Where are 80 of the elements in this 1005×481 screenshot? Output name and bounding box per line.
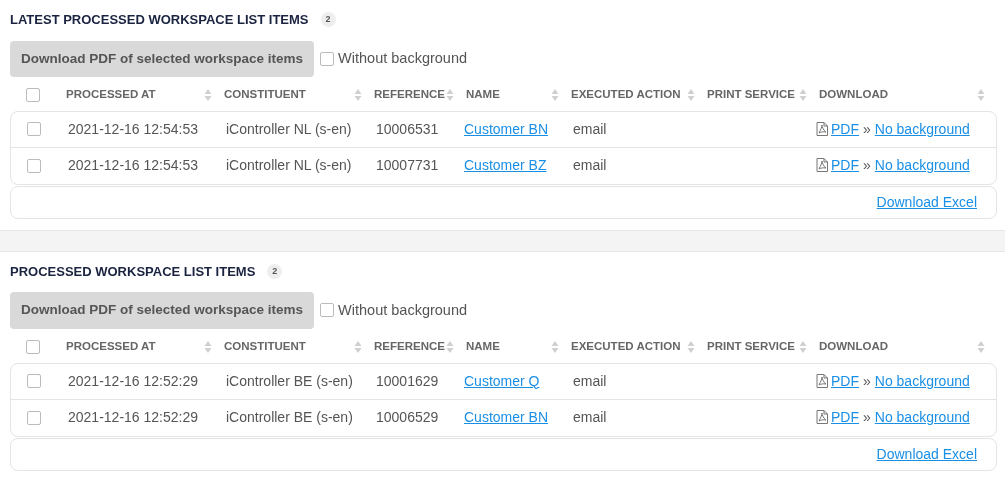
table-cell-text: 2021-12-16 12:54:53: [67, 119, 199, 139]
sort-icon[interactable]: [354, 339, 362, 354]
sort-icon[interactable]: [977, 87, 985, 102]
pdf-file-icon: [816, 121, 828, 136]
column-header: NAME: [466, 87, 500, 103]
section-title: PROCESSED WORKSPACE LIST ITEMS: [10, 262, 256, 281]
customer-link[interactable]: Customer Q: [464, 372, 540, 389]
table-cell-text: email: [572, 371, 608, 391]
checkbox[interactable]: [27, 374, 41, 388]
pdf-link[interactable]: PDF: [831, 120, 859, 137]
column-header: REFERENCE: [374, 338, 445, 354]
table-cell-text: iController BE (s-en): [225, 408, 354, 427]
no-background-link[interactable]: No background: [874, 372, 970, 389]
table-cell-text: email: [572, 156, 608, 176]
column-header: EXECUTED ACTION: [571, 338, 681, 354]
sort-icon[interactable]: [977, 339, 985, 354]
checkbox[interactable]: [26, 87, 40, 102]
count-badge: 2: [320, 12, 336, 28]
checkbox[interactable]: [320, 51, 335, 66]
no-background-link[interactable]: No background: [874, 120, 970, 137]
sort-icon[interactable]: [799, 87, 807, 102]
column-header: CONSTITUENT: [224, 87, 306, 103]
pdf-file-icon: [816, 410, 828, 424]
download-excel-link[interactable]: Download Excel: [876, 443, 977, 465]
pdf-file-icon: [816, 158, 828, 173]
table-cell-text: 10006531: [375, 119, 440, 139]
no-background-link[interactable]: No background: [874, 157, 970, 174]
column-header: PRINT SERVICE: [707, 338, 795, 354]
section-title: LATEST PROCESSED WORKSPACE LIST ITEMS: [10, 11, 309, 29]
sort-icon[interactable]: [687, 87, 695, 102]
table-cell-text: iController NL (s-en): [225, 119, 353, 139]
checkbox-label: Without background: [338, 48, 468, 68]
sort-icon[interactable]: [551, 339, 559, 354]
sort-icon[interactable]: [204, 87, 212, 102]
sort-icon[interactable]: [687, 339, 695, 354]
table-cell-text: 10006529: [375, 408, 440, 427]
pdf-file-icon: [816, 373, 828, 388]
column-header: EXECUTED ACTION: [571, 87, 681, 103]
sort-icon[interactable]: [204, 339, 212, 354]
checkbox[interactable]: [320, 303, 335, 318]
table-cell-text: iController BE (s-en): [225, 371, 354, 391]
sort-icon[interactable]: [446, 339, 454, 354]
column-header: CONSTITUENT: [224, 338, 306, 354]
pdf-link[interactable]: PDF: [831, 157, 859, 174]
table-cell-text: 2021-12-16 12:52:29: [67, 408, 199, 427]
customer-link[interactable]: Customer BN: [464, 409, 549, 425]
table-cell-text: email: [572, 119, 608, 139]
pdf-link[interactable]: PDF: [831, 409, 859, 425]
checkbox[interactable]: [26, 339, 40, 354]
checkbox[interactable]: [27, 410, 41, 425]
separator: »: [863, 157, 871, 174]
download-excel-link[interactable]: Download Excel: [876, 191, 977, 213]
no-background-link[interactable]: No background: [874, 409, 970, 425]
count-badge: 2: [267, 264, 283, 279]
table-cell-text: email: [572, 408, 608, 427]
column-header: REFERENCE: [374, 87, 445, 103]
table-cell-text: 10001629: [375, 371, 440, 391]
checkbox-label: Without background: [338, 300, 468, 320]
customer-link[interactable]: Customer BN: [464, 120, 549, 137]
sort-icon[interactable]: [354, 87, 362, 102]
checkbox[interactable]: [27, 122, 41, 137]
column-header: PROCESSED AT: [66, 87, 156, 103]
table-cell-text: 2021-12-16 12:52:29: [67, 371, 199, 391]
separator: »: [863, 120, 871, 137]
customer-link[interactable]: Customer BZ: [464, 157, 547, 174]
checkbox[interactable]: [27, 158, 41, 173]
column-header: PROCESSED AT: [66, 338, 156, 354]
column-header: DOWNLOAD: [819, 87, 888, 103]
table-cell-text: 10007731: [375, 156, 440, 176]
pdf-link[interactable]: PDF: [831, 372, 859, 389]
table-cell-text: iController NL (s-en): [225, 156, 353, 176]
sort-icon[interactable]: [446, 87, 454, 102]
separator: »: [863, 409, 871, 425]
column-header: NAME: [466, 338, 500, 354]
column-header: PRINT SERVICE: [707, 87, 795, 103]
column-header: DOWNLOAD: [819, 338, 888, 354]
table-cell-text: 2021-12-16 12:54:53: [67, 156, 199, 176]
sort-icon[interactable]: [799, 339, 807, 354]
separator: »: [863, 372, 871, 389]
sort-icon[interactable]: [551, 87, 559, 102]
